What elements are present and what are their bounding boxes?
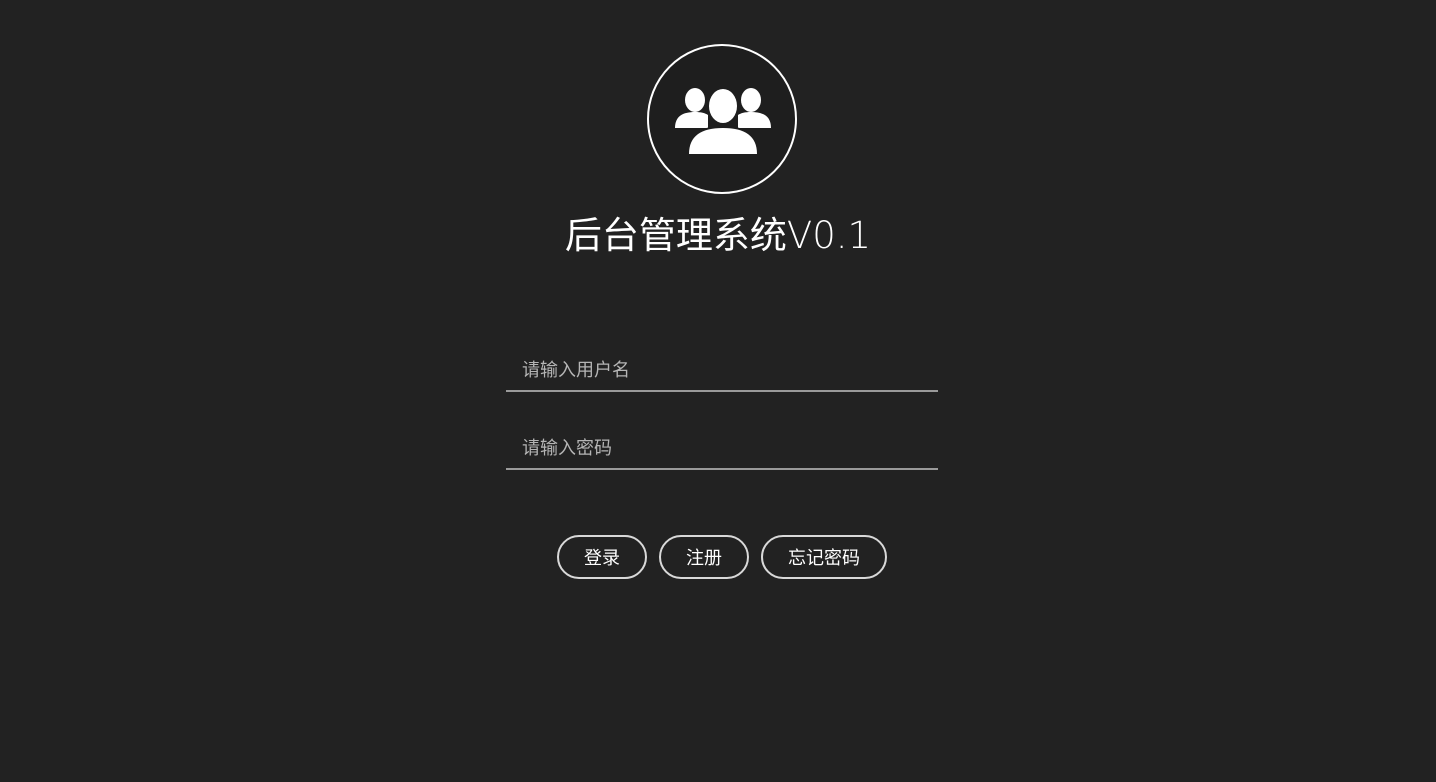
avatar xyxy=(647,44,797,194)
username-input[interactable] xyxy=(506,350,938,392)
page-title: 后台管理系统V0.1 xyxy=(564,214,872,257)
register-button[interactable]: 注册 xyxy=(659,535,749,579)
login-page: 后台管理系统V0.1 登录 注册 忘记密码 xyxy=(0,0,1436,782)
password-input[interactable] xyxy=(506,428,938,470)
login-button[interactable]: 登录 xyxy=(557,535,647,579)
users-group-icon xyxy=(675,87,771,156)
forgot-password-button[interactable]: 忘记密码 xyxy=(761,535,887,579)
